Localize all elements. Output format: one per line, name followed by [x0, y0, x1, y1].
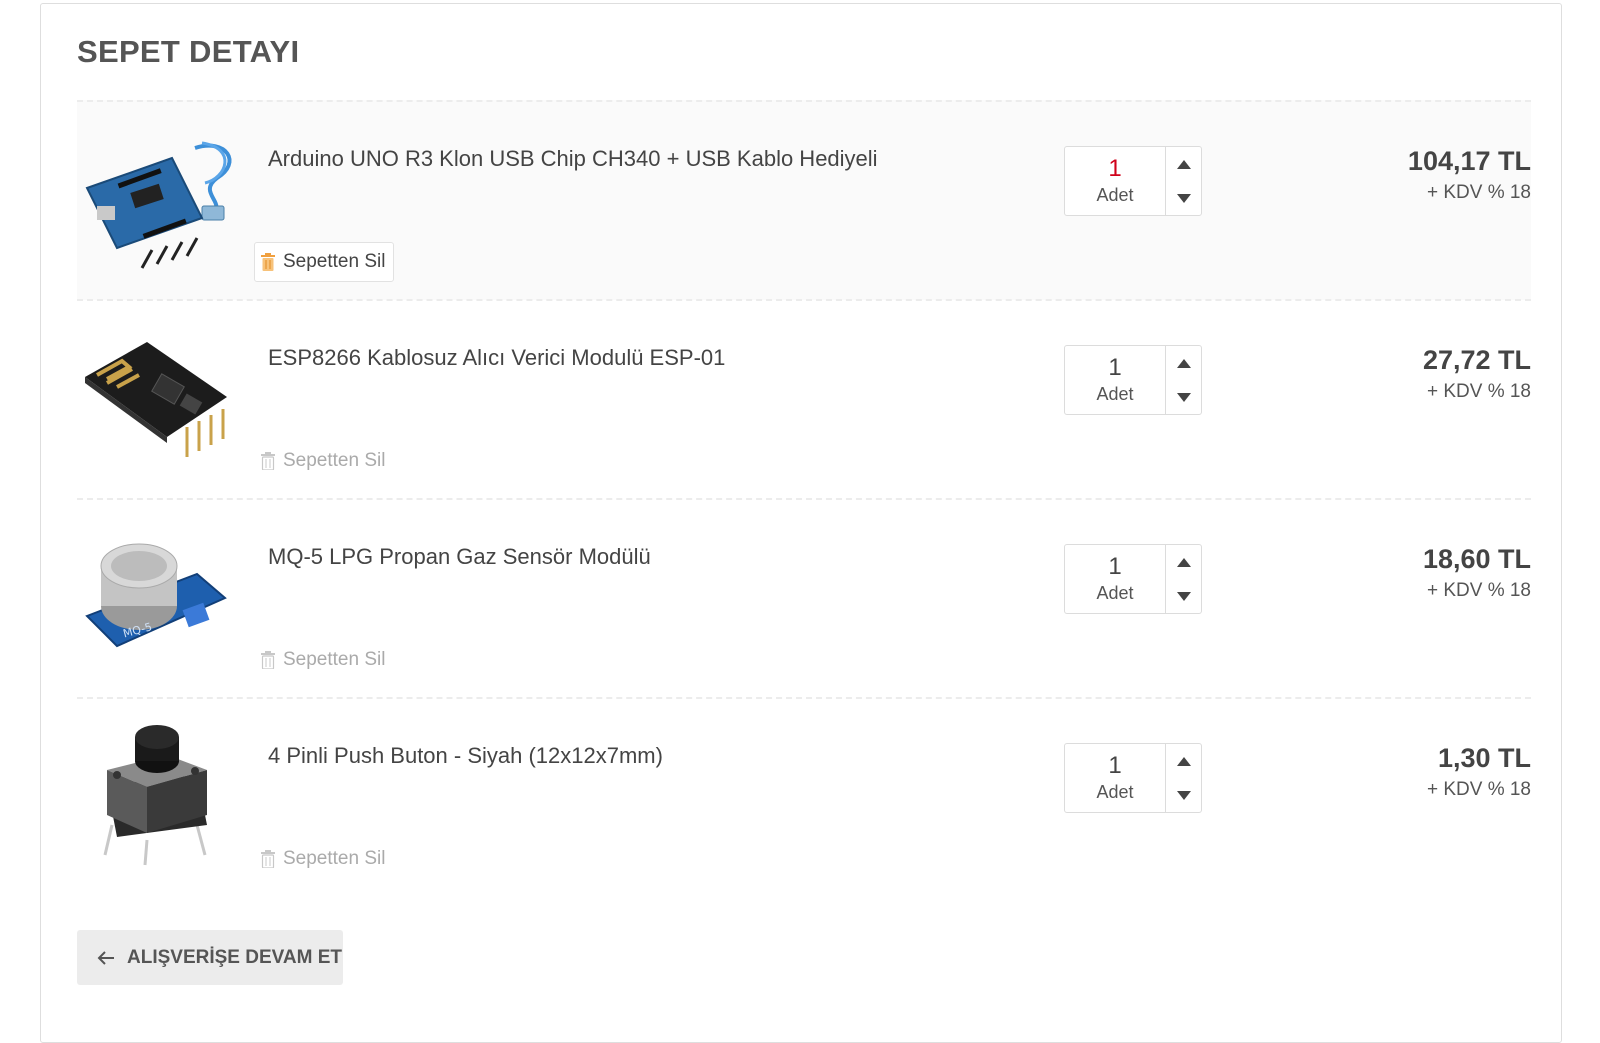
remove-from-cart-button[interactable]: Sepetten Sil	[254, 441, 394, 481]
product-name[interactable]: ESP8266 Kablosuz Alıcı Verici Modulü ESP…	[268, 345, 725, 371]
quantity-decrease-button[interactable]	[1166, 778, 1201, 812]
remove-label: Sepetten Sil	[283, 251, 386, 272]
trash-icon	[261, 651, 275, 669]
quantity-value: 1	[1108, 155, 1122, 182]
item-price: 27,72 TL	[1422, 345, 1531, 375]
caret-down-icon	[1176, 392, 1191, 402]
trash-icon	[261, 452, 275, 470]
quantity-field[interactable]: 1 Adet	[1065, 744, 1166, 812]
quantity-decrease-button[interactable]	[1166, 380, 1201, 414]
remove-from-cart-button[interactable]: Sepetten Sil	[254, 839, 394, 879]
gas-sensor-icon[interactable]: MQ-5	[77, 516, 235, 674]
arrow-left-icon	[97, 950, 114, 965]
caret-up-icon	[1176, 358, 1191, 368]
caret-down-icon	[1176, 790, 1191, 800]
quantity-decrease-button[interactable]	[1166, 579, 1201, 613]
quantity-increase-button[interactable]	[1166, 147, 1201, 181]
caret-up-icon	[1176, 557, 1191, 567]
esp-module-icon[interactable]	[77, 317, 235, 475]
quantity-increase-button[interactable]	[1166, 346, 1201, 380]
quantity-stepper[interactable]: 1 Adet	[1064, 345, 1202, 415]
quantity-value: 1	[1108, 752, 1122, 779]
trash-icon	[261, 253, 275, 271]
arduino-board-icon[interactable]	[77, 118, 235, 276]
quantity-unit: Adet	[1096, 782, 1134, 802]
quantity-field[interactable]: 1 Adet	[1065, 346, 1166, 414]
item-vat: + KDV % 18	[1426, 182, 1531, 203]
cart-item-row: 4 Pinli Push Buton - Siyah (12x12x7mm) S…	[77, 697, 1531, 897]
quantity-field[interactable]: 1 Adet	[1065, 545, 1166, 613]
remove-from-cart-button[interactable]: Sepetten Sil	[254, 640, 394, 680]
item-vat: + KDV % 18	[1426, 381, 1531, 402]
cart-item-row: MQ-5 MQ-5 LPG Propan Gaz Sensör Modülü S…	[77, 498, 1531, 698]
caret-up-icon	[1176, 159, 1191, 169]
quantity-increase-button[interactable]	[1166, 744, 1201, 778]
item-vat: + KDV % 18	[1426, 580, 1531, 601]
quantity-decrease-button[interactable]	[1166, 181, 1201, 215]
quantity-value: 1	[1108, 354, 1122, 381]
continue-shopping-label: ALIŞVERİŞE DEVAM ET	[127, 946, 343, 968]
quantity-stepper[interactable]: 1 Adet	[1064, 544, 1202, 614]
remove-from-cart-button[interactable]: Sepetten Sil	[254, 242, 395, 282]
caret-down-icon	[1176, 193, 1191, 203]
quantity-increase-button[interactable]	[1166, 545, 1201, 579]
cart-item-row: ESP8266 Kablosuz Alıcı Verici Modulü ESP…	[77, 299, 1531, 499]
cart-item-row: Arduino UNO R3 Klon USB Chip CH340 + USB…	[77, 100, 1531, 300]
caret-down-icon	[1176, 591, 1191, 601]
item-vat: + KDV % 18	[1426, 779, 1531, 800]
quantity-stepper[interactable]: 1 Adet	[1064, 743, 1202, 813]
push-button-icon[interactable]	[77, 715, 235, 873]
product-name[interactable]: 4 Pinli Push Buton - Siyah (12x12x7mm)	[268, 743, 663, 769]
quantity-unit: Adet	[1096, 583, 1134, 603]
quantity-field[interactable]: 1 Adet	[1065, 147, 1166, 215]
item-price: 18,60 TL	[1422, 544, 1531, 574]
cart-panel: SEPET DETAYI Arduino UNO R3 Klon USB Chi…	[40, 3, 1562, 1043]
continue-shopping-button[interactable]: ALIŞVERİŞE DEVAM ET	[77, 930, 343, 985]
quantity-unit: Adet	[1096, 185, 1134, 205]
quantity-unit: Adet	[1096, 384, 1134, 404]
item-price: 1,30 TL	[1437, 743, 1531, 773]
remove-label: Sepetten Sil	[283, 649, 386, 670]
caret-up-icon	[1176, 756, 1191, 766]
item-price: 104,17 TL	[1407, 146, 1531, 176]
page-title: SEPET DETAYI	[77, 34, 300, 69]
trash-icon	[261, 850, 275, 868]
quantity-stepper[interactable]: 1 Adet	[1064, 146, 1202, 216]
quantity-value: 1	[1108, 553, 1122, 580]
product-name[interactable]: MQ-5 LPG Propan Gaz Sensör Modülü	[268, 544, 651, 570]
remove-label: Sepetten Sil	[283, 848, 386, 869]
remove-label: Sepetten Sil	[283, 450, 386, 471]
product-name[interactable]: Arduino UNO R3 Klon USB Chip CH340 + USB…	[268, 146, 878, 172]
